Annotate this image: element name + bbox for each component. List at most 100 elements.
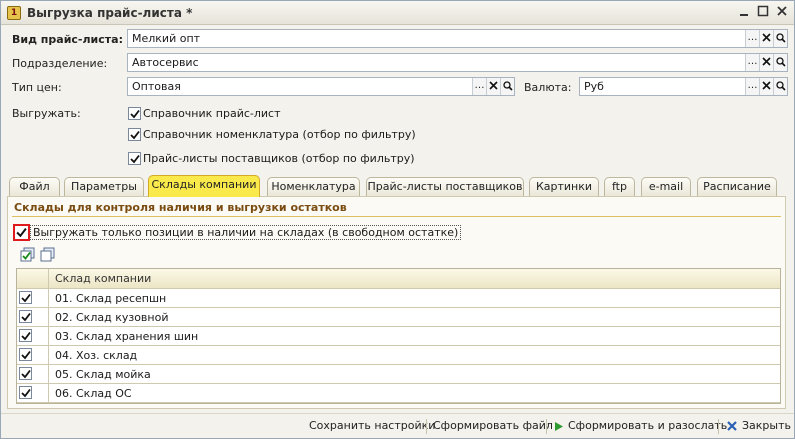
export-option-label: Прайс-листы поставщиков (отбор по фильтр…	[143, 152, 415, 165]
warehouse-name: 02. Склад кузовной	[55, 311, 169, 324]
check-icon	[21, 350, 31, 360]
save-settings-button[interactable]: Сохранить настройки	[309, 419, 435, 432]
warehouses-table: Склад компании 01. Склад ресепшн 02. Скл…	[16, 268, 781, 404]
check-icon	[130, 154, 140, 164]
export-price-list-checkbox[interactable]	[128, 107, 141, 120]
price-list-type-label: Вид прайс-листа:	[12, 33, 123, 46]
warehouse-name: 06. Склад ОС	[55, 387, 132, 400]
row-checkbox[interactable]	[19, 291, 32, 304]
uncheck-all-button[interactable]	[40, 247, 56, 263]
divider	[426, 419, 427, 434]
department-value: Автосервис	[132, 56, 199, 69]
row-checkbox[interactable]	[19, 367, 32, 380]
minimize-button[interactable]	[736, 5, 752, 21]
clear-button[interactable]	[759, 54, 773, 71]
maximize-button[interactable]	[755, 5, 771, 21]
currency-field[interactable]: Руб …	[579, 77, 788, 96]
clear-button[interactable]	[486, 78, 500, 95]
tab-pictures[interactable]: Картинки	[529, 177, 599, 197]
warehouse-name: 04. Хоз. склад	[55, 349, 138, 362]
export-nomenclature-checkbox[interactable]	[128, 128, 141, 141]
price-list-export-window: 1 Выгрузка прайс-листа * Вид прайс-листа…	[0, 0, 795, 439]
table-row[interactable]: 06. Склад ОС	[17, 384, 780, 403]
table-row[interactable]: 01. Склад ресепшн	[17, 289, 780, 308]
tab-parameters[interactable]: Параметры	[64, 177, 144, 197]
play-icon	[554, 421, 564, 435]
warehouse-name: 03. Склад хранения шин	[55, 330, 199, 343]
check-icon	[21, 331, 31, 341]
title-bar: 1 Выгрузка прайс-листа *	[1, 1, 794, 25]
clear-button[interactable]	[759, 30, 773, 47]
price-list-type-field[interactable]: Мелкий опт …	[127, 29, 788, 48]
select-button[interactable]: …	[745, 54, 759, 71]
currency-value: Руб	[584, 80, 604, 93]
section-title: Склады для контроля наличия и выгрузки о…	[14, 201, 347, 214]
table-header: Склад компании	[17, 269, 780, 289]
department-label: Подразделение:	[12, 57, 108, 70]
clear-icon	[489, 81, 498, 90]
warehouse-name: 05. Склад мойка	[55, 368, 151, 381]
tab-nomenclature[interactable]: Номенклатура	[267, 177, 360, 197]
row-checkbox[interactable]	[19, 348, 32, 361]
magnifier-icon	[776, 57, 786, 67]
divider	[546, 419, 547, 434]
clear-icon	[762, 81, 771, 90]
check-icon	[21, 312, 31, 322]
select-button[interactable]: …	[472, 78, 486, 95]
warehouses-panel: Склады для контроля наличия и выгрузки о…	[7, 196, 786, 409]
department-field[interactable]: Автосервис …	[127, 53, 788, 72]
select-button[interactable]: …	[745, 78, 759, 95]
table-row[interactable]: 02. Склад кузовной	[17, 308, 780, 327]
check-all-button[interactable]	[20, 247, 36, 263]
tab-company-warehouses[interactable]: Склады компании	[148, 175, 260, 197]
row-checkbox[interactable]	[19, 329, 32, 342]
open-button[interactable]	[773, 30, 787, 47]
open-button[interactable]	[773, 54, 787, 71]
generate-file-button[interactable]: Сформировать файл	[433, 419, 553, 432]
tab-file[interactable]: Файл	[9, 177, 60, 197]
column-header-warehouse[interactable]: Склад компании	[55, 272, 151, 285]
footer-bar: Сохранить настройки Сформировать файл Сф…	[1, 413, 794, 438]
tab-email[interactable]: e-mail	[641, 177, 691, 197]
tab-ftp[interactable]: ftp	[604, 177, 635, 197]
tab-schedule[interactable]: Расписание	[697, 177, 777, 197]
tab-strip: Файл Параметры Склады компании Номенклат…	[1, 175, 794, 197]
check-icon	[130, 109, 140, 119]
select-button[interactable]: …	[745, 30, 759, 47]
header-checkbox-column	[17, 269, 49, 288]
close-button[interactable]: Закрыть	[742, 419, 791, 432]
row-checkbox[interactable]	[19, 386, 32, 399]
divider	[718, 419, 719, 434]
price-list-type-value: Мелкий опт	[132, 32, 201, 45]
open-button[interactable]	[500, 78, 514, 95]
magnifier-icon	[503, 81, 513, 91]
check-icon	[21, 293, 31, 303]
generate-and-send-button[interactable]: Сформировать и разослать	[568, 419, 727, 432]
clear-icon	[762, 57, 771, 66]
clear-button[interactable]	[759, 78, 773, 95]
price-type-value: Оптовая	[132, 80, 181, 93]
magnifier-icon	[776, 33, 786, 43]
section-divider	[12, 216, 781, 217]
tab-supplier-price-lists[interactable]: Прайс-листы поставщиков	[366, 177, 524, 197]
minimize-icon	[740, 14, 748, 16]
export-supplier-price-lists-checkbox[interactable]	[128, 152, 141, 165]
only-in-stock-label[interactable]: Выгружать только позиции в наличии на ск…	[30, 225, 462, 240]
table-row[interactable]: 05. Склад мойка	[17, 365, 780, 384]
close-icon	[726, 420, 738, 435]
maximize-icon	[757, 5, 769, 17]
open-button[interactable]	[773, 78, 787, 95]
close-icon	[777, 6, 787, 16]
export-option-label: Справочник прайс-лист	[143, 107, 281, 120]
clear-icon	[762, 33, 771, 42]
check-icon	[16, 228, 27, 238]
table-row[interactable]: 04. Хоз. склад	[17, 346, 780, 365]
warehouse-name: 01. Склад ресепшн	[55, 292, 167, 305]
check-icon	[130, 130, 140, 140]
check-icon	[21, 369, 31, 379]
close-window-button[interactable]	[774, 5, 790, 21]
table-row[interactable]: 03. Склад хранения шин	[17, 327, 780, 346]
only-in-stock-checkbox[interactable]	[13, 224, 30, 241]
price-type-field[interactable]: Оптовая …	[127, 77, 515, 96]
row-checkbox[interactable]	[19, 310, 32, 323]
